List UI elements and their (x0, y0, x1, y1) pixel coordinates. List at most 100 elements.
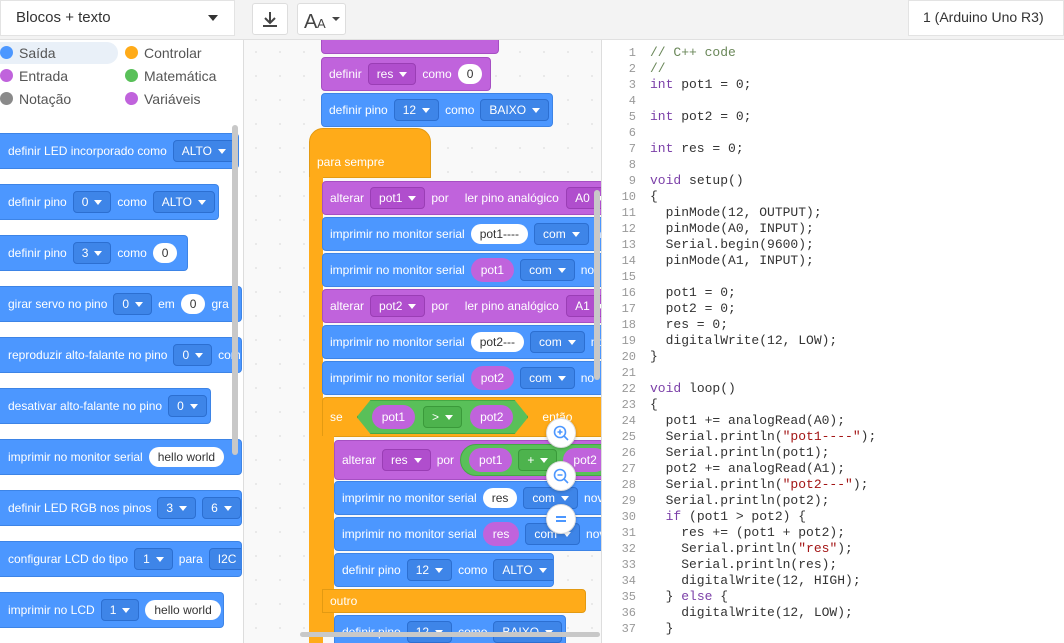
lcd-index-dropdown[interactable]: 1 (100, 599, 140, 621)
code-line[interactable]: Serial.begin(9600); (650, 237, 814, 252)
var-reporter[interactable]: pot1 (371, 405, 416, 429)
download-button[interactable] (252, 3, 288, 35)
code-line[interactable]: pot2 += analogRead(A1); (650, 461, 845, 476)
pin-value-dropdown[interactable]: ALTO (493, 559, 553, 581)
value-input[interactable]: 0 (457, 64, 483, 84)
lcd-text-input[interactable]: hello world (145, 600, 221, 620)
code-line[interactable]: int pot2 = 0; (650, 109, 751, 124)
operator-dropdown[interactable]: > (423, 406, 463, 428)
block-change-pot2[interactable]: alterar pot2 por ler pino analógico A1 (322, 289, 601, 323)
code-line[interactable]: // (650, 61, 666, 76)
compare-condition[interactable]: pot1 > pot2 (356, 400, 529, 434)
code-line[interactable]: Serial.println("pot1----"); (650, 429, 877, 444)
block-cut-top[interactable] (321, 40, 499, 54)
block-serial-print-4[interactable]: imprimir no monitor serial pot2 com no (322, 361, 601, 395)
rgb-pin-b-dropdown[interactable]: 6 (202, 497, 241, 519)
code-line[interactable]: if (pot1 > pot2) { (650, 509, 806, 524)
code-line[interactable]: { (650, 397, 658, 412)
add-operator-reporter[interactable]: pot1 + pot2 (460, 444, 601, 476)
code-line[interactable]: pot2 = 0; (650, 301, 736, 316)
pin-dropdown[interactable]: 3 (72, 242, 112, 264)
palette-block-set-pin-analog[interactable]: definir pino 3 como 0 (0, 235, 188, 271)
var-dropdown[interactable]: pot2 (370, 295, 426, 317)
var-reporter[interactable]: pot1 (469, 448, 513, 472)
block-serial-print-1[interactable]: imprimir no monitor serial pot1---- com … (322, 217, 601, 251)
zoom-in-button[interactable] (546, 418, 576, 448)
code-line[interactable]: } (650, 621, 674, 636)
category-controlar[interactable]: Controlar (125, 42, 202, 64)
pin-value-dropdown[interactable]: BAIXO (480, 99, 550, 121)
pin-dropdown[interactable]: 12 (406, 559, 453, 581)
code-line[interactable]: pinMode(A1, INPUT); (650, 253, 814, 268)
category-saida[interactable]: Saída (0, 42, 118, 64)
pin-dropdown[interactable]: 0 (168, 395, 207, 417)
var-reporter[interactable]: pot2 (470, 366, 515, 390)
board-selector[interactable]: 1 (Arduino Uno R3) (908, 0, 1064, 36)
category-variaveis[interactable]: Variáveis (125, 88, 201, 110)
code-line[interactable]: digitalWrite(12, LOW); (650, 333, 838, 348)
code-line[interactable]: Serial.println("res"); (650, 541, 853, 556)
palette-block-set-pin-digital[interactable]: definir pino 0 como ALTO (0, 184, 219, 220)
blocks-workspace[interactable]: definir res como 0 definir pino 12 como … (243, 40, 601, 643)
lcd-type-dropdown[interactable]: I2C (208, 548, 241, 570)
forever-hat-block[interactable]: para sempre (309, 128, 431, 178)
palette-block-servo[interactable]: girar servo no pino 0 em 0 gra (0, 286, 242, 322)
var-reporter[interactable]: pot2 (470, 405, 514, 429)
palette-scrollbar[interactable] (232, 125, 238, 455)
code-line[interactable]: // C++ code (650, 45, 736, 60)
code-line[interactable]: pot1 = 0; (650, 285, 736, 300)
pin-dropdown[interactable]: 0 (173, 344, 213, 366)
code-line[interactable]: digitalWrite(12, HIGH); (650, 573, 860, 588)
workspace-vertical-scrollbar[interactable] (594, 190, 600, 380)
zoom-reset-button[interactable] (546, 504, 576, 534)
analog-read-reporter[interactable]: ler pino analógico A0 (454, 182, 601, 214)
serial-text-input[interactable]: res (482, 488, 518, 508)
analog-read-reporter[interactable]: ler pino analógico A1 (454, 290, 601, 322)
value-input[interactable]: 0 (152, 243, 178, 263)
category-notacao[interactable]: Notação (0, 88, 71, 110)
block-set-pin-high[interactable]: definir pino 12 como ALTO (334, 553, 554, 587)
var-dropdown[interactable]: res (367, 63, 417, 85)
newline-dropdown[interactable]: com (520, 259, 575, 281)
led-value-dropdown[interactable]: ALTO (172, 140, 235, 162)
block-serial-print-2[interactable]: imprimir no monitor serial pot1 com nov (322, 253, 601, 287)
code-line[interactable]: res = 0; (650, 317, 728, 332)
pin-value-dropdown[interactable]: ALTO (152, 191, 215, 213)
palette-block-rgb-led[interactable]: definir LED RGB nos pinos 3 6 (0, 490, 242, 526)
block-set-pin-low[interactable]: definir pino 12 como BAIXO (321, 93, 553, 127)
code-line[interactable]: Serial.println(res); (650, 557, 837, 572)
serial-text-input[interactable]: pot2--- (470, 332, 525, 352)
newline-dropdown[interactable]: com (530, 331, 585, 353)
code-line[interactable]: void setup() (650, 173, 744, 188)
pin-dropdown[interactable]: 0 (113, 293, 153, 315)
newline-dropdown[interactable]: com (520, 367, 575, 389)
palette-block-speaker[interactable]: reproduzir alto-falante no pino 0 com (0, 337, 242, 373)
palette-block-lcd-print[interactable]: imprimir no LCD 1 hello world (0, 592, 224, 628)
block-change-pot1[interactable]: alterar pot1 por ler pino analógico A0 (322, 181, 601, 215)
block-set-res[interactable]: definir res como 0 (321, 57, 491, 91)
category-matematica[interactable]: Matemática (125, 65, 216, 87)
workspace-horizontal-scrollbar[interactable] (300, 632, 600, 637)
code-line[interactable]: Serial.println(pot1); (650, 445, 830, 460)
palette-block-speaker-off[interactable]: desativar alto-falante no pino 0 (0, 388, 211, 424)
code-line[interactable]: int pot1 = 0; (650, 77, 751, 92)
code-line[interactable]: res += (pot1 + pot2); (650, 525, 845, 540)
code-line[interactable]: int res = 0; (650, 141, 744, 156)
serial-text-input[interactable]: hello world (148, 447, 225, 467)
var-dropdown[interactable]: pot1 (370, 187, 426, 209)
code-mode-dropdown[interactable]: Blocos + texto (0, 0, 235, 36)
code-editor[interactable]: 1 // C++ code 2 // 3 int pot1 = 0; 4 5 int pot2 … (601, 40, 1064, 643)
code-line[interactable]: digitalWrite(12, LOW); (650, 605, 853, 620)
var-reporter[interactable]: pot1 (470, 258, 515, 282)
newline-dropdown[interactable]: com (534, 223, 589, 245)
font-size-button[interactable]: A A (297, 3, 346, 35)
newline-dropdown[interactable]: com (523, 487, 579, 509)
code-line[interactable]: Serial.println(pot2); (650, 493, 830, 508)
code-line[interactable]: void loop() (650, 381, 736, 396)
code-line[interactable]: pinMode(A0, INPUT); (650, 221, 814, 236)
code-line[interactable]: } (650, 349, 658, 364)
pin-dropdown[interactable]: 0 (72, 191, 112, 213)
lcd-index-dropdown[interactable]: 1 (134, 548, 173, 570)
rgb-pin-a-dropdown[interactable]: 3 (157, 497, 197, 519)
category-entrada[interactable]: Entrada (0, 65, 68, 87)
